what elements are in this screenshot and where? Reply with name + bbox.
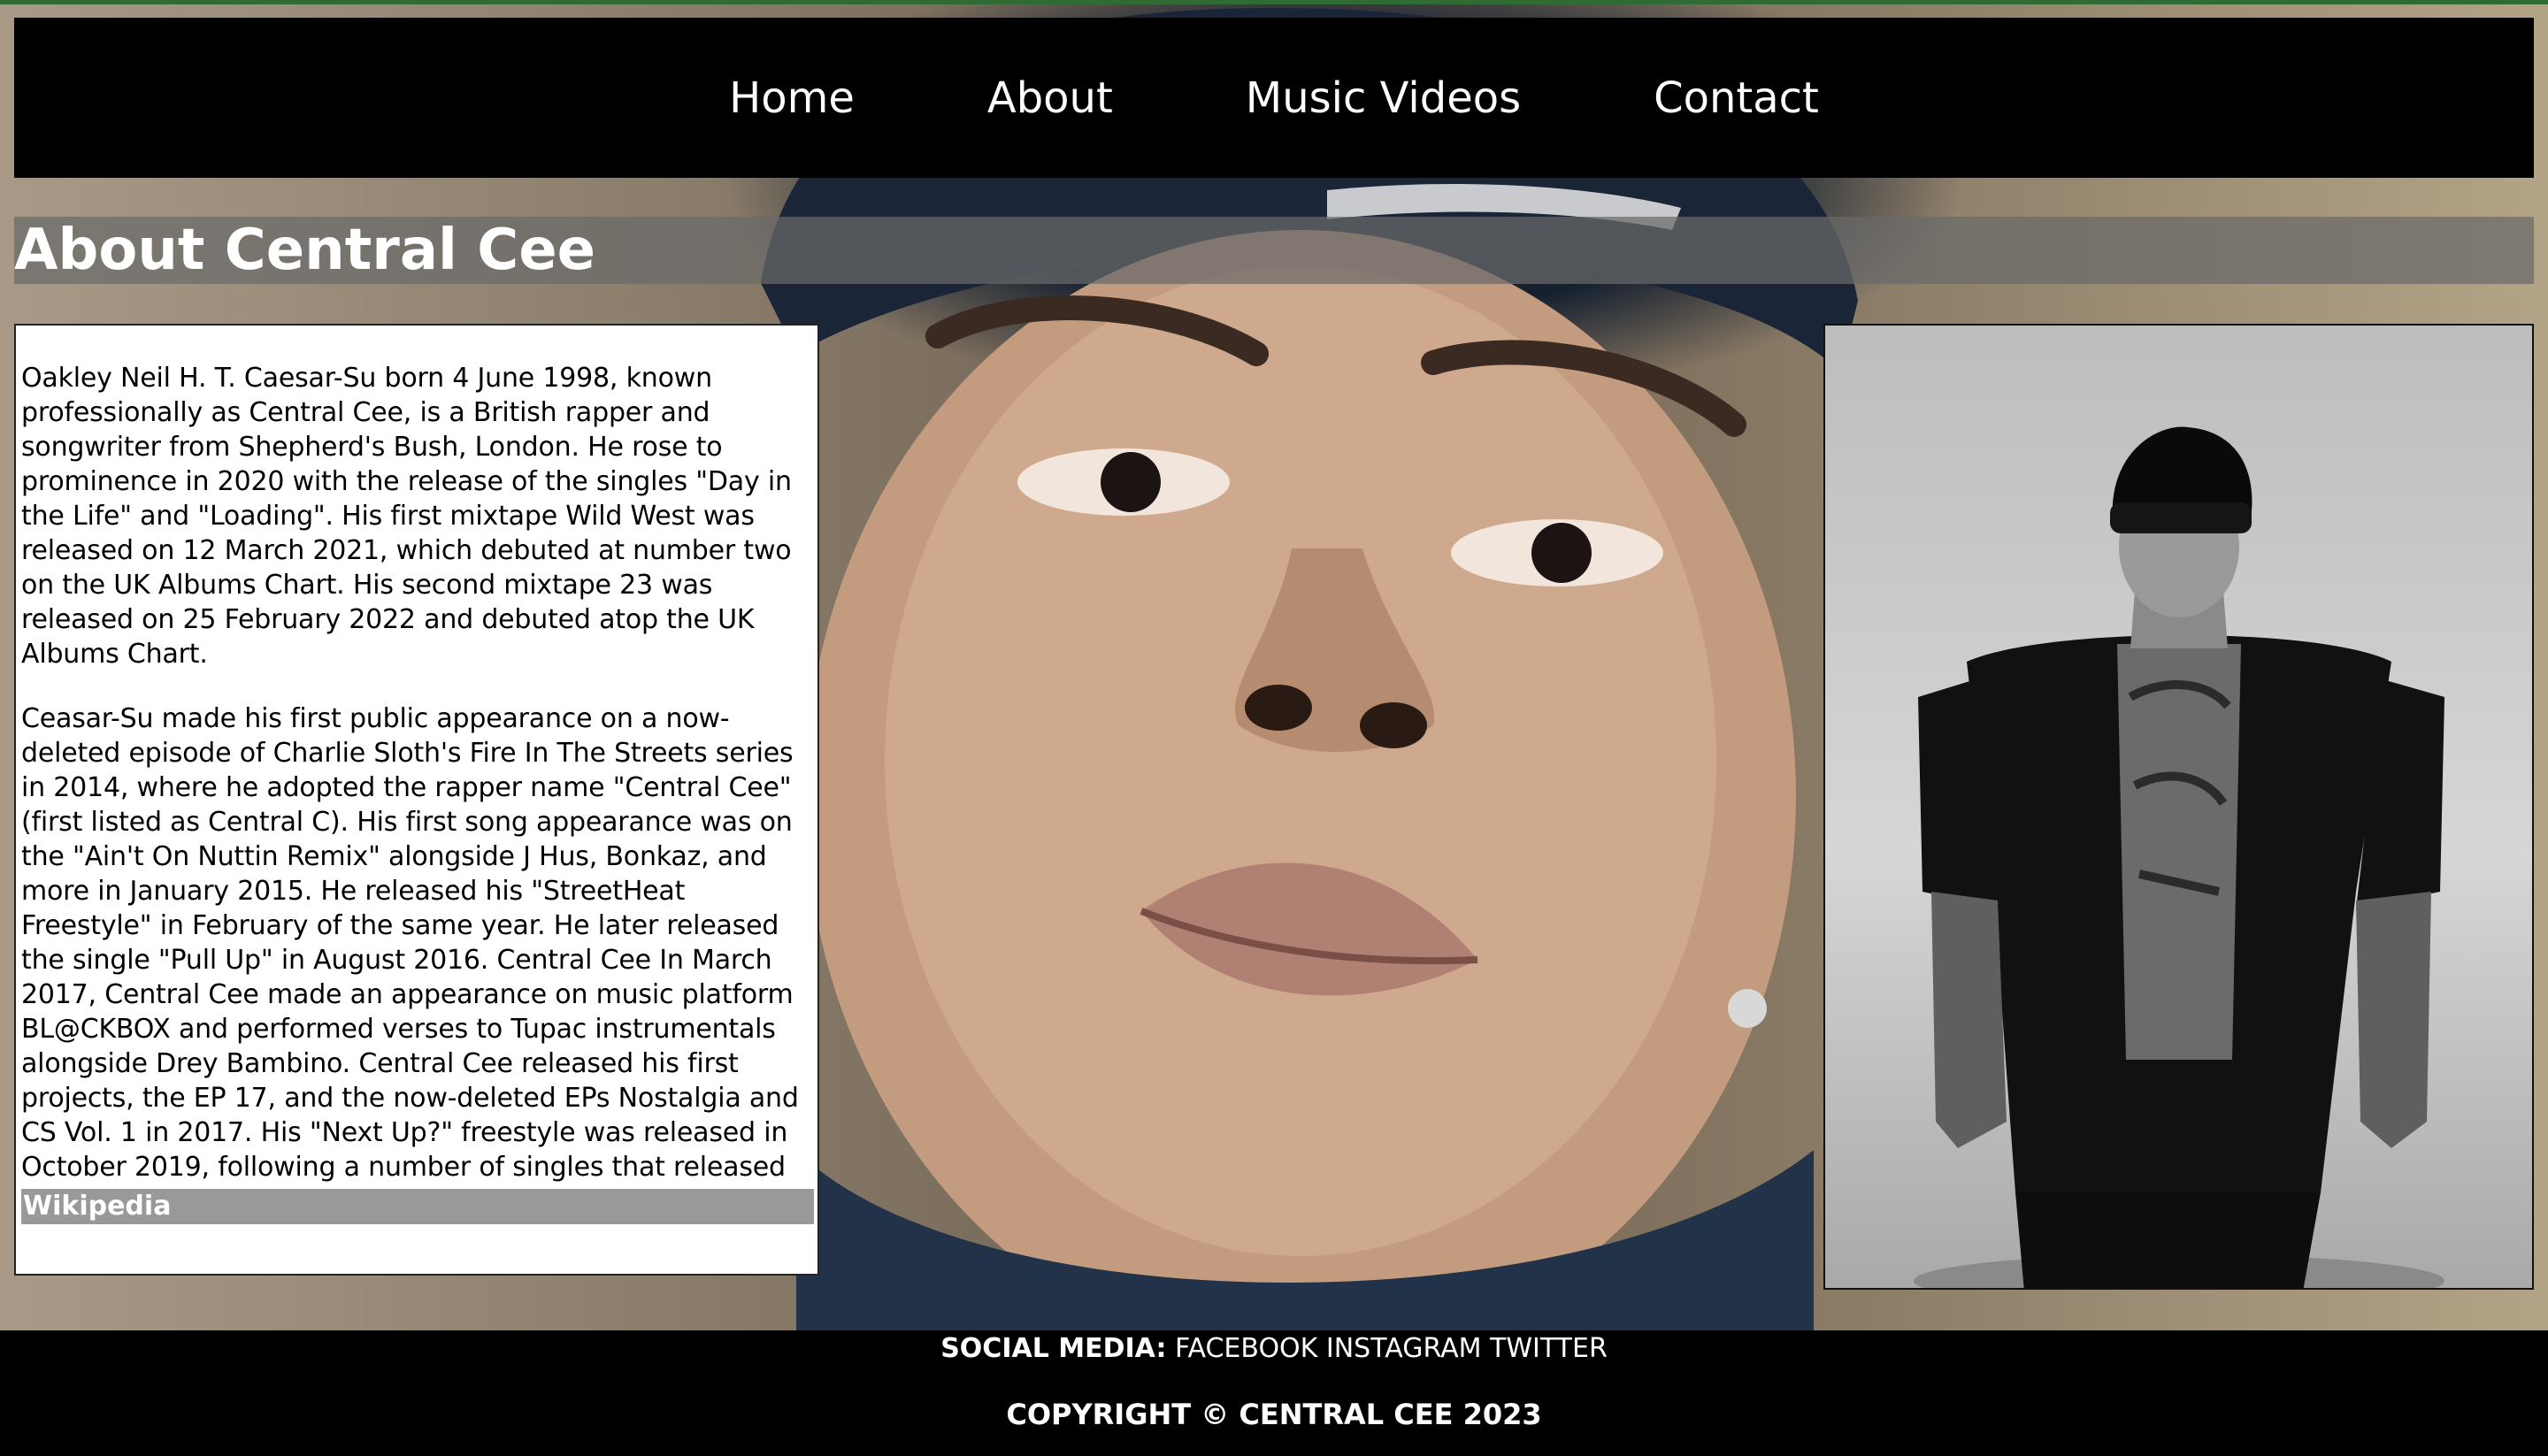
main-navbar: Home About Music Videos Contact — [14, 18, 2534, 178]
twitter-link[interactable]: TWITTER — [1490, 1333, 1608, 1364]
instagram-link[interactable]: INSTAGRAM — [1326, 1333, 1482, 1364]
site-footer: SOCIAL MEDIA: FACEBOOK INSTAGRAM TWITTER… — [0, 1330, 2548, 1456]
nav-link-music-videos[interactable]: Music Videos — [1246, 73, 1521, 123]
artist-portrait-image — [1823, 324, 2534, 1290]
social-media-label: SOCIAL MEDIA: — [940, 1333, 1167, 1364]
copyright-text: COPYRIGHT © CENTRAL CEE 2023 — [1006, 1398, 1542, 1431]
bio-text-box: Oakley Neil H. T. Caesar-Su born 4 June … — [14, 324, 819, 1276]
nav-menu: Home About Music Videos Contact — [729, 73, 1819, 123]
bio-paragraph-1: Oakley Neil H. T. Caesar-Su born 4 June … — [21, 363, 792, 670]
page-heading-bar: About Central Cee — [14, 217, 2534, 284]
source-bar: Wikipedia — [21, 1189, 814, 1224]
nav-link-about[interactable]: About — [987, 73, 1113, 123]
wikipedia-link[interactable]: Wikipedia — [21, 1191, 171, 1222]
social-media-row: SOCIAL MEDIA: FACEBOOK INSTAGRAM TWITTER — [0, 1330, 2548, 1368]
page-title: About Central Cee — [14, 218, 596, 283]
artist-portrait-illustration — [1914, 426, 2444, 1288]
bio-paragraph-2: Ceasar-Su made his first public appearan… — [21, 703, 799, 1217]
nav-link-contact[interactable]: Contact — [1654, 73, 1819, 123]
facebook-link[interactable]: FACEBOOK — [1175, 1333, 1317, 1364]
nav-link-home[interactable]: Home — [729, 73, 855, 123]
